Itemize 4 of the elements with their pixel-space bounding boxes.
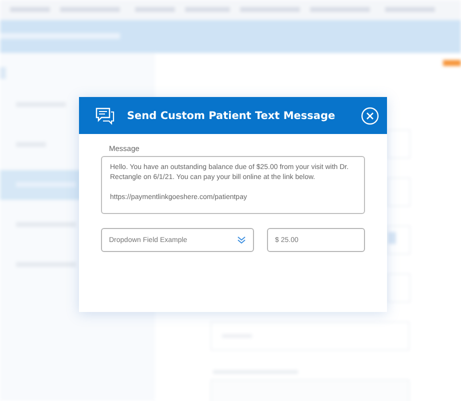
chevron-icon — [237, 236, 246, 244]
dialog-title: Send Custom Patient Text Message — [127, 110, 336, 122]
close-icon[interactable] — [361, 106, 379, 124]
chat-icon — [95, 106, 115, 124]
